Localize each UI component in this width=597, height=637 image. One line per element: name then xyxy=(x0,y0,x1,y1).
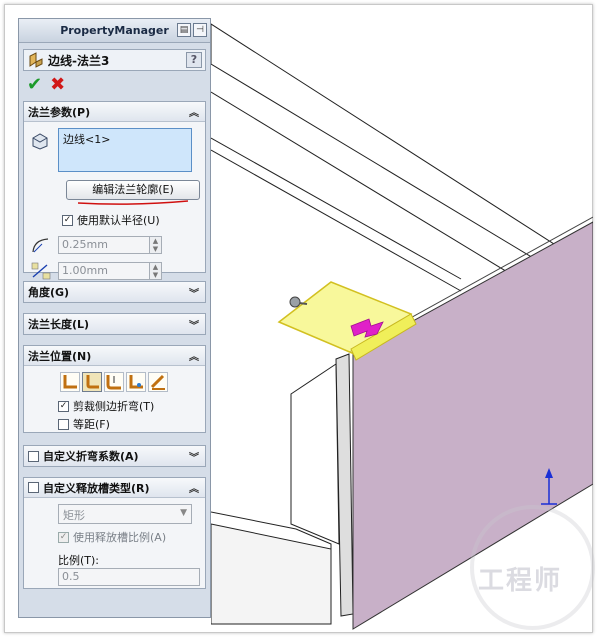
use-relief-ratio-checkbox[interactable]: ✓ xyxy=(58,531,69,543)
relief-type-select[interactable]: 矩形 ▼ xyxy=(58,504,192,524)
bend-radius-input[interactable]: 0.25mm xyxy=(58,236,150,254)
group-label: 自定义释放槽类型(R) xyxy=(43,481,150,495)
watermark-text: 工程师 xyxy=(478,566,563,596)
position-tangent-bend-icon[interactable] xyxy=(148,372,168,392)
gap-distance-row: 1.00mm ▲ ▼ xyxy=(30,262,162,280)
group-flange-position: 法兰位置(N) ︽ ✓ 剪裁侧边折弯(T) 等距(F) xyxy=(23,345,206,433)
group-custom-bend-allowance: 自定义折弯系数(A) ︾ xyxy=(23,445,206,467)
group-label: 自定义折弯系数(A) xyxy=(43,450,139,463)
ok-cancel-row: ✔ ✖ xyxy=(19,71,210,97)
use-relief-ratio-label: 使用释放槽比例(A) xyxy=(73,531,167,544)
offset-label: 等距(F) xyxy=(73,418,110,431)
offset-checkbox[interactable] xyxy=(58,418,69,430)
group-flange-length: 法兰长度(L) ︾ xyxy=(23,313,206,335)
group-label: 法兰位置(N) xyxy=(28,349,92,363)
edge-selection-list[interactable]: 边线<1> xyxy=(58,128,192,172)
screenshot-frame: 工程师 PropertyManager ▤ ⊣ 边线-法兰3 ? ✔ ✖ 法兰参… xyxy=(0,0,597,637)
group-head-custom-bend-allowance[interactable]: 自定义折弯系数(A) ︾ xyxy=(24,446,205,466)
trim-side-bends-row[interactable]: ✓ 剪裁侧边折弯(T) xyxy=(58,398,154,414)
group-head-angle[interactable]: 角度(G) ︾ xyxy=(24,282,205,302)
chevron-down-icon[interactable]: ︾ xyxy=(187,449,201,464)
selection-item[interactable]: 边线<1> xyxy=(63,133,110,146)
feature-title: 边线-法兰3 xyxy=(48,53,110,68)
group-custom-relief-type: 自定义释放槽类型(R) ︽ 矩形 ▼ ✓ 使用释放槽比例(A) 比例(T): 0… xyxy=(23,477,206,589)
flange-position-options xyxy=(60,372,168,392)
corner-post xyxy=(335,353,354,617)
bend-radius-spinner[interactable]: ▲ ▼ xyxy=(150,236,162,254)
custom-bend-allowance-checkbox[interactable] xyxy=(28,450,39,462)
bend-radius-row: 0.25mm ▲ ▼ xyxy=(30,236,162,254)
help-button[interactable]: ? xyxy=(186,52,202,68)
pin-icon[interactable]: ⊣ xyxy=(193,23,207,37)
relief-type-value: 矩形 xyxy=(63,509,85,522)
gap-distance-icon xyxy=(31,262,51,280)
position-bend-outside-icon[interactable] xyxy=(104,372,124,392)
group-head-custom-relief-type[interactable]: 自定义释放槽类型(R) ︽ xyxy=(24,478,205,498)
red-underline-annotation xyxy=(78,200,188,205)
group-label: 角度(G) xyxy=(28,286,70,299)
ratio-label: 比例(T): xyxy=(58,554,100,567)
use-default-radius-checkbox[interactable]: ✓ xyxy=(62,214,73,226)
position-material-inside-icon[interactable] xyxy=(60,372,80,392)
gap-distance-input[interactable]: 1.00mm xyxy=(58,262,150,280)
chevron-up-icon[interactable]: ︽ xyxy=(187,348,201,363)
position-material-outside-icon[interactable] xyxy=(82,372,102,392)
group-flange-parameters: 法兰参数(P) ︽ 边线<1> 编辑法兰轮廓(E) ✓ 使用默认半径(U) 0.… xyxy=(23,101,206,280)
lower-wall-face xyxy=(211,523,332,625)
edge-selection-icon xyxy=(32,133,48,150)
use-default-radius-row[interactable]: ✓ 使用默认半径(U) xyxy=(62,212,160,228)
inner-wall xyxy=(290,363,340,545)
ok-check-icon[interactable]: ✔ xyxy=(27,74,42,95)
use-relief-ratio-row[interactable]: ✓ 使用释放槽比例(A) xyxy=(58,529,166,545)
inner-rail xyxy=(211,137,462,280)
chevron-down-icon[interactable]: ︾ xyxy=(187,285,201,300)
feature-title-row: 边线-法兰3 ? xyxy=(23,49,206,71)
group-angle: 角度(G) ︾ xyxy=(23,281,206,303)
chevron-up-icon[interactable]: ︽ xyxy=(187,104,201,119)
cancel-x-icon[interactable]: ✖ xyxy=(50,74,65,95)
chevron-down-icon[interactable]: ︾ xyxy=(187,317,201,332)
chevron-up-icon[interactable]: ︽ xyxy=(187,480,201,495)
group-label: 法兰长度(L) xyxy=(28,318,90,331)
ratio-label-row: 比例(T): xyxy=(58,552,99,568)
trim-side-bends-checkbox[interactable]: ✓ xyxy=(58,400,69,412)
offset-row[interactable]: 等距(F) xyxy=(58,416,110,432)
edge-flange-icon xyxy=(29,52,43,68)
group-head-flange-parameters[interactable]: 法兰参数(P) ︽ xyxy=(24,102,205,122)
collapse-panel-icon[interactable]: ▤ xyxy=(177,23,191,37)
edit-flange-profile-button[interactable]: 编辑法兰轮廓(E) xyxy=(66,180,200,200)
chevron-down-icon: ▼ xyxy=(180,508,187,518)
group-label: 法兰参数(P) xyxy=(28,105,91,119)
ratio-input[interactable]: 0.5 xyxy=(58,568,200,586)
property-manager-header: PropertyManager ▤ ⊣ xyxy=(19,19,210,43)
group-head-flange-position[interactable]: 法兰位置(N) ︽ xyxy=(24,346,205,366)
custom-relief-type-checkbox[interactable] xyxy=(28,482,39,493)
gap-distance-spinner[interactable]: ▲ ▼ xyxy=(150,262,162,280)
use-default-radius-label: 使用默认半径(U) xyxy=(77,214,160,227)
position-virtual-sharp-icon[interactable] xyxy=(126,372,146,392)
trim-side-bends-label: 剪裁侧边折弯(T) xyxy=(73,400,155,413)
group-head-flange-length[interactable]: 法兰长度(L) ︾ xyxy=(24,314,205,334)
bend-radius-icon xyxy=(32,238,49,253)
property-manager: PropertyManager ▤ ⊣ 边线-法兰3 ? ✔ ✖ 法兰参数(P)… xyxy=(18,18,211,618)
